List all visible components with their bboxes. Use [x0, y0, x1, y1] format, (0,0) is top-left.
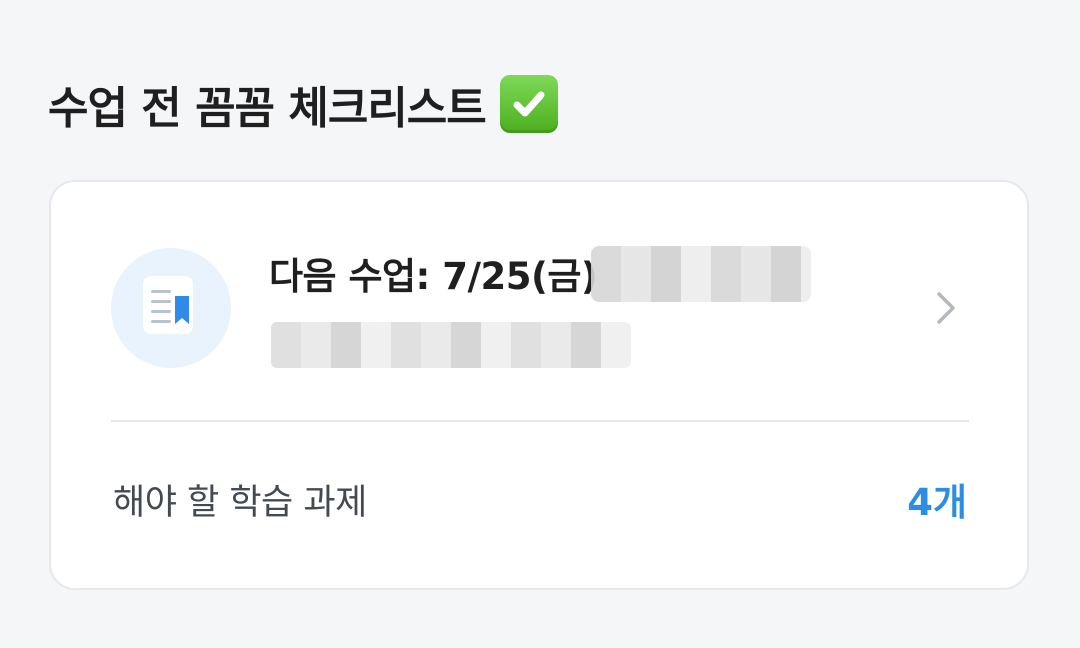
page-title: 수업 전 꼼꼼 체크리스트: [48, 83, 487, 134]
learning-tasks-row[interactable]: 해야 할 학습 과제 4개: [51, 424, 1027, 574]
check-mark-icon: [499, 75, 558, 133]
redacted-lesson-detail: [271, 322, 631, 368]
next-lesson-row[interactable]: 다음 수업: 7/25(금): [51, 182, 1027, 422]
next-lesson-title: 다음 수업: 7/25(금): [269, 255, 598, 298]
redacted-lesson-info: [591, 246, 811, 302]
tasks-count: 4개: [907, 481, 967, 524]
card-divider: [111, 420, 969, 422]
tasks-label: 해야 할 학습 과제: [113, 483, 367, 523]
lesson-book-icon: [111, 248, 231, 368]
checklist-card: 다음 수업: 7/25(금) 해야 할 학습 과제 4개: [49, 180, 1029, 590]
chevron-right-icon[interactable]: [931, 290, 959, 326]
checklist-header: 수업 전 꼼꼼 체크리스트: [48, 72, 558, 136]
